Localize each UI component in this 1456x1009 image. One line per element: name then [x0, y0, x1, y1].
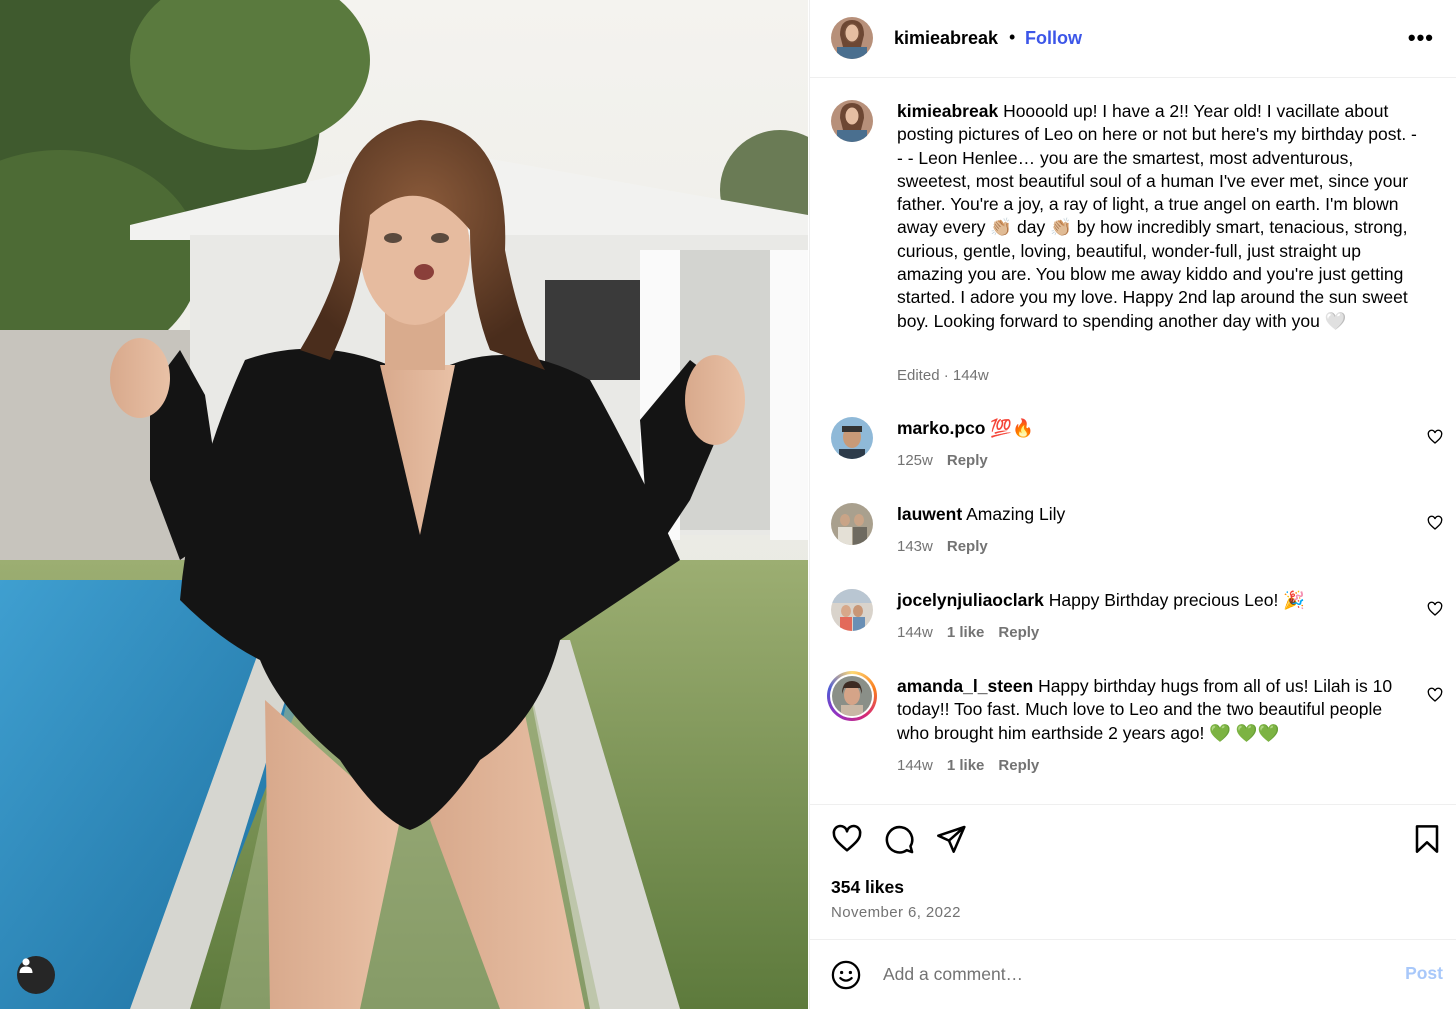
add-comment-bar: Post — [810, 939, 1456, 1009]
story-ring[interactable] — [827, 671, 877, 721]
comment-time: 144w — [897, 624, 933, 641]
comment-bubble-icon[interactable] — [883, 823, 915, 855]
post-comment-button[interactable]: Post — [1405, 963, 1443, 984]
comment-meta: 143w Reply — [897, 538, 988, 555]
comment-likes-count[interactable]: 1 like — [947, 757, 985, 774]
caption-author-avatar[interactable] — [831, 100, 873, 142]
comment-body: lauwent Amazing Lily — [897, 503, 1407, 526]
person-icon — [19, 958, 33, 973]
comments-list[interactable]: kimieabreak Hoooold up! I have a 2!! Yea… — [810, 79, 1456, 804]
reply-button[interactable]: Reply — [947, 452, 988, 469]
comment-meta: 144w 1 like Reply — [897, 624, 1039, 641]
comment-text: Amazing Lily — [966, 504, 1066, 524]
author-username[interactable]: kimieabreak — [894, 28, 998, 49]
comment-text: Happy Birthday precious Leo! 🎉 — [1048, 590, 1305, 610]
commenter-avatar[interactable] — [831, 503, 873, 545]
commenter-avatar[interactable] — [831, 589, 873, 631]
comment-username[interactable]: lauwent — [897, 504, 962, 524]
post-caption: kimieabreak Hoooold up! I have a 2!! Yea… — [897, 100, 1417, 333]
bookmark-icon[interactable] — [1411, 823, 1443, 855]
comment-time: 144w — [897, 757, 933, 774]
comment-username[interactable]: marko.pco — [897, 418, 986, 438]
caption-meta: Edited · 144w — [897, 367, 989, 384]
heart-icon[interactable] — [831, 823, 863, 855]
avatar-image — [831, 100, 873, 142]
comment-text: 💯🔥 — [990, 418, 1034, 438]
avatar-image — [831, 589, 873, 631]
post-header: kimieabreak • Follow ••• — [810, 0, 1456, 78]
post-photo-illustration — [0, 0, 808, 1009]
avatar-image — [831, 17, 873, 59]
author-avatar[interactable] — [831, 17, 873, 59]
comment-likes-count[interactable]: 1 like — [947, 624, 985, 641]
comment-body: jocelynjuliaoclark Happy Birthday precio… — [897, 589, 1407, 612]
comment-like-heart-icon[interactable] — [1427, 687, 1443, 703]
reply-button[interactable]: Reply — [947, 538, 988, 555]
comment-username[interactable]: amanda_l_steen — [897, 676, 1033, 696]
paper-plane-icon[interactable] — [935, 823, 967, 855]
commenter-avatar[interactable] — [831, 417, 873, 459]
ellipsis-icon[interactable]: ••• — [1408, 27, 1434, 49]
avatar-image — [831, 417, 873, 459]
story-ring-gap — [830, 674, 874, 718]
follow-button[interactable]: Follow — [1025, 28, 1082, 49]
caption-username[interactable]: kimieabreak — [897, 101, 998, 121]
comment-time: 125w — [897, 452, 933, 469]
comment-username[interactable]: jocelynjuliaoclark — [897, 590, 1044, 610]
comment-body: amanda_l_steen Happy birthday hugs from … — [897, 675, 1407, 745]
likes-count[interactable]: 354 likes — [831, 877, 904, 898]
comment-like-heart-icon[interactable] — [1427, 601, 1443, 617]
tagged-users-button[interactable] — [17, 956, 55, 994]
reply-button[interactable]: Reply — [998, 624, 1039, 641]
comment-meta: 125w Reply — [897, 452, 988, 469]
avatar-image — [831, 503, 873, 545]
post-actions: 354 likes November 6, 2022 — [810, 804, 1456, 939]
comment-input[interactable] — [883, 960, 1363, 988]
caption-text: Hoooold up! I have a 2!! Year old! I vac… — [897, 101, 1417, 331]
comment-body: marko.pco 💯🔥 — [897, 417, 1407, 440]
comment-like-heart-icon[interactable] — [1427, 515, 1443, 531]
comment-like-heart-icon[interactable] — [1427, 429, 1443, 445]
avatar-image — [832, 676, 872, 716]
post-sidebar: kimieabreak • Follow ••• kimieabreak Hoo… — [809, 0, 1456, 1009]
smiley-icon[interactable] — [831, 960, 861, 990]
reply-button[interactable]: Reply — [998, 757, 1039, 774]
comment-time: 143w — [897, 538, 933, 555]
header-separator: • — [1009, 27, 1016, 47]
post-photo[interactable] — [0, 0, 808, 1009]
comment-meta: 144w 1 like Reply — [897, 757, 1039, 774]
post-date: November 6, 2022 — [831, 904, 961, 921]
